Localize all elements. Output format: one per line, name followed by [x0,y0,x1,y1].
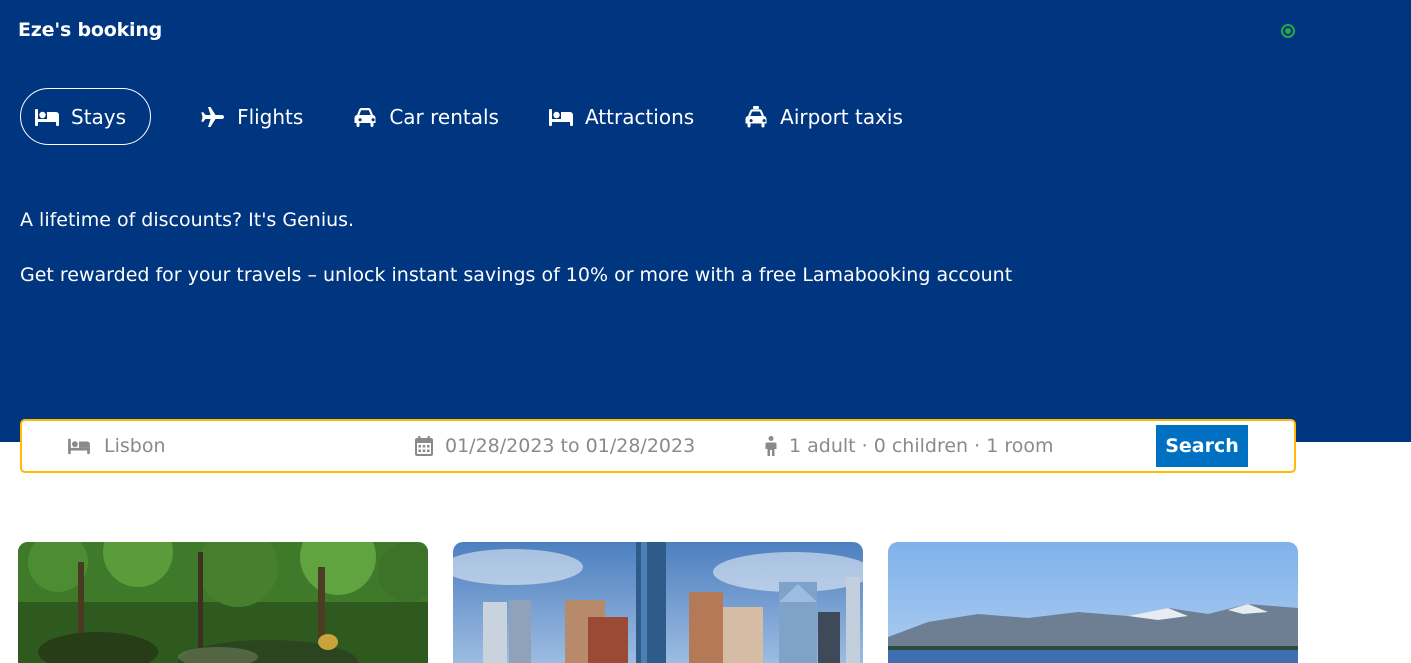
hero-banner: Eze's booking Stays Flights Car rentals [0,0,1411,442]
guests-field[interactable]: 1 adult · 0 children · 1 room [765,421,1053,471]
nav-item-stays[interactable]: Stays [20,88,152,145]
nav-item-label: Flights [237,104,304,129]
brand-logo[interactable]: Eze's booking [18,19,162,41]
main-nav: Stays Flights Car rentals Attractions Ai… [20,88,903,145]
guests-value: 1 adult · 0 children · 1 room [789,435,1054,457]
nav-item-label: Stays [71,104,127,129]
destination-field[interactable]: Lisbon [66,421,166,471]
date-range-field[interactable]: 01/28/2023 to 01/28/2023 [415,421,695,471]
plane-icon [201,106,225,127]
date-range-value: 01/28/2023 to 01/28/2023 [445,435,696,457]
nav-item-flights[interactable]: Flights [200,88,303,145]
promo-text: Get rewarded for your travels – unlock i… [20,264,1013,286]
featured-card-3[interactable] [888,542,1298,663]
car-icon [354,107,376,127]
bed-icon [548,108,573,126]
calendar-icon [415,436,433,456]
bed-icon [68,438,90,455]
bed-icon [35,108,59,126]
nav-item-label: Airport taxis [780,104,903,129]
search-bar: Lisbon 01/28/2023 to 01/28/2023 1 adult … [20,419,1296,473]
featured-card-1[interactable] [18,542,428,663]
nav-item-label: Car rentals [389,104,499,129]
taxi-icon [745,105,767,127]
nav-item-airport-taxis[interactable]: Airport taxis [743,88,903,145]
nav-item-attractions[interactable]: Attractions [548,88,694,145]
person-icon [765,436,777,456]
forest-stream-photo [18,542,428,663]
featured-card-2[interactable] [453,542,863,663]
destination-value: Lisbon [104,435,166,457]
mountain-lake-photo [888,542,1298,663]
online-status-icon [1281,24,1295,38]
nav-item-car-rentals[interactable]: Car rentals [352,88,499,145]
nav-item-label: Attractions [584,104,695,129]
search-button[interactable]: Search [1156,425,1248,467]
promo-title: A lifetime of discounts? It's Genius. [20,209,355,231]
city-skyline-photo [453,542,863,663]
